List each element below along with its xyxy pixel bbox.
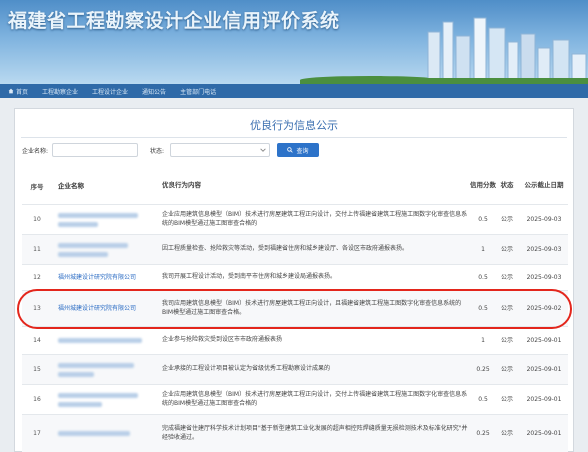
company-name-input[interactable] [52,143,138,157]
row-no: 17 [33,430,41,437]
table-row: 15 企业承接的工程设计项目被认定为省级优秀工程勘察设计成果的 0.25 公示 … [22,354,568,384]
header-date: 公示截止日期 [524,181,564,190]
row-no: 12 [33,274,41,281]
header-content: 优良行为内容 [162,181,201,190]
row-no: 10 [33,216,41,223]
row-score: 0.5 [478,216,488,223]
status-label: 状态: [150,147,165,155]
row-no: 15 [33,366,41,373]
row-company-name[interactable] [58,430,150,438]
row-status: 公示 [500,396,513,403]
row-status: 公示 [500,366,513,373]
row-date: 2025-09-01 [526,430,562,437]
row-score: 0.25 [476,430,490,437]
row-status: 公示 [500,246,513,253]
row-score: 0.5 [478,274,488,281]
header-no: 序号 [30,183,44,191]
row-highlight-annotation [17,289,572,329]
site-title: 福建省工程勘察设计企业信用评价系统 [8,10,340,32]
status-select[interactable] [170,143,270,157]
row-company-name[interactable] [58,212,150,227]
search-button-label: 查询 [296,147,309,155]
row-company-name[interactable]: 福州城建设计研究院有限公司 [58,274,150,282]
row-date: 2025-09-01 [526,396,562,403]
nav-item-survey-enterprise[interactable]: 工程勘察企业 [42,87,78,96]
table-row: 14 企业参与抢险救灾受到设区市市政府通报表扬 1 公示 2025-09-01 [22,326,568,354]
page-title: 优良行为信息公示 [250,119,338,132]
row-content: 因工程质量检查、抢险救灾等活动，受到福建省住房和城乡建设厅、各设区市政府通报表扬… [162,245,409,253]
row-date: 2025-09-01 [526,337,562,344]
row-status: 公示 [500,430,513,437]
header-name: 企业名称 [58,181,84,190]
row-content: 企业参与抢险救灾受到设区市市政府通报表扬 [162,336,283,344]
row-company-name[interactable] [58,337,150,345]
table-row: 10 企业应用建筑信息模型（BIM）技术进行房屋建筑工程正向设计，交付上传福建省… [22,204,568,234]
site-banner: 福建省工程勘察设计企业信用评价系统 [0,0,588,84]
search-icon [287,147,294,153]
row-date: 2025-09-03 [526,274,562,281]
header-status: 状态 [500,181,514,190]
home-icon [8,88,14,94]
row-status: 公示 [500,216,513,223]
row-content: 企业应用建筑信息模型（BIM）技术进行房屋建筑工程正向设计，交付上传福建省建筑工… [162,390,468,407]
row-company-name[interactable] [58,242,150,257]
row-no: 14 [33,337,41,344]
nav-item-design-enterprise[interactable]: 工程设计企业 [92,87,128,96]
row-date: 2025-09-01 [526,366,562,373]
row-company-name[interactable] [58,362,150,377]
table-row: 12 福州城建设计研究院有限公司 我司开展工程设计活动，受到南平市住房和城乡建设… [22,264,568,290]
nav-item-contacts[interactable]: 主管部门电话 [180,87,216,96]
row-score: 0.5 [478,396,488,403]
row-no: 11 [33,246,41,253]
row-content: 我司开展工程设计活动，受到南平市住房和城乡建设局通报表扬。 [162,273,337,281]
row-content: 企业应用建筑信息模型（BIM）技术进行房屋建筑工程正向设计，交付上传福建省建筑工… [162,210,468,227]
title-divider [21,137,567,138]
table-header: 序号 企业名称 优良行为内容 信用分数 状态 公示截止日期 [22,168,568,204]
row-score: 0.25 [476,366,490,373]
row-company-name[interactable] [58,392,150,407]
company-name-label: 企业名称: [22,147,49,155]
row-date: 2025-09-03 [526,246,562,253]
row-content: 企业承接的工程设计项目被认定为省级优秀工程勘察设计成果的 [162,365,331,373]
table-row: 11 因工程质量检查、抢险救灾等活动，受到福建省住房和城乡建设厅、各设区市政府通… [22,234,568,264]
row-score: 1 [481,246,485,253]
nav-item-home[interactable]: 首页 [8,87,28,96]
search-button[interactable]: 查询 [277,143,319,157]
nav-item-label: 首页 [16,88,29,96]
row-status: 公示 [500,274,513,281]
row-status: 公示 [500,337,513,344]
table-row: 17 完成福建省住建厅科学技术计划项目"基于新型建筑工业化发展的超声相控阵焊缝质… [22,414,568,452]
main-nav: 首页 工程勘察企业 工程设计企业 通知公告 主管部门电话 [0,84,588,98]
row-content: 完成福建省住建厅科学技术计划项目"基于新型建筑工业化发展的超声相控阵焊缝质量无损… [162,424,468,441]
row-no: 16 [33,396,41,403]
row-score: 1 [481,337,485,344]
header-score: 信用分数 [470,181,496,190]
table-row: 16 企业应用建筑信息模型（BIM）技术进行房屋建筑工程正向设计，交付上传福建省… [22,384,568,414]
nav-item-notices[interactable]: 通知公告 [142,87,166,96]
city-skyline-graphic [388,17,588,84]
chevron-down-icon [260,148,266,152]
row-date: 2025-09-03 [526,216,562,223]
